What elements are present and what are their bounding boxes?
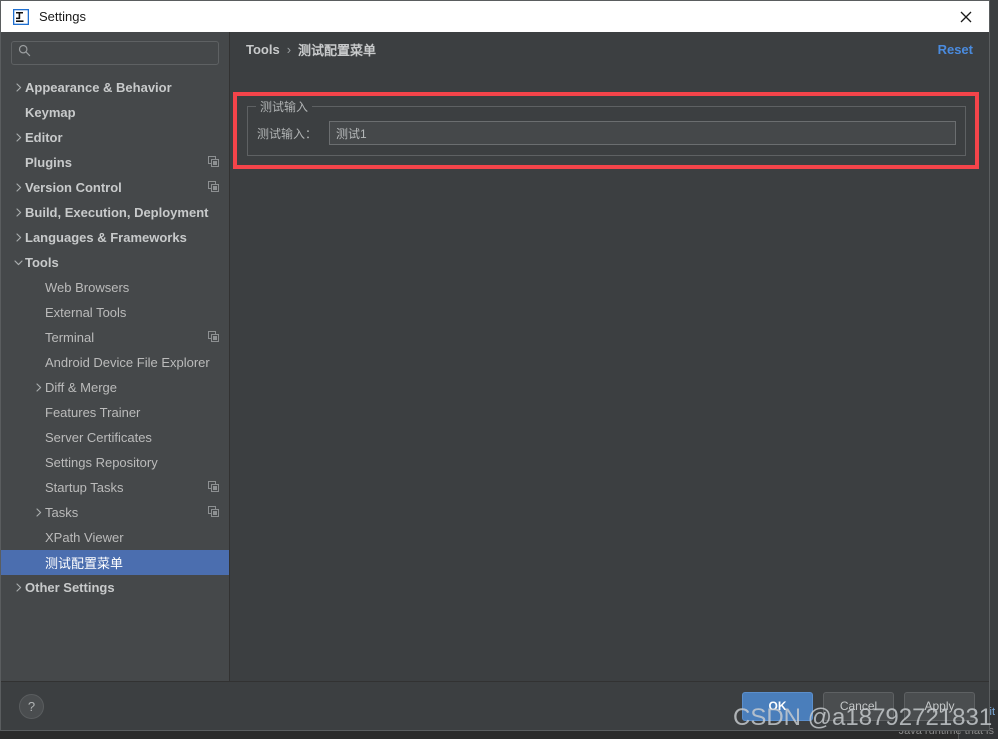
- project-scope-icon: [208, 329, 219, 347]
- sidebar-item-label: Build, Execution, Deployment: [25, 205, 209, 220]
- settings-dialog: Settings Appearance & Behavior Keymap Ed…: [0, 0, 990, 731]
- reset-link[interactable]: Reset: [938, 42, 973, 57]
- breadcrumb-current: 测试配置菜单: [298, 42, 377, 58]
- sidebar-item-terminal[interactable]: Terminal: [1, 325, 229, 350]
- sidebar-item-label: Diff & Merge: [45, 380, 118, 395]
- project-scope-icon: [208, 504, 219, 522]
- background-bottom-strip: [0, 731, 998, 739]
- test-input-field[interactable]: [329, 121, 956, 145]
- sidebar-item-version-control[interactable]: Version Control: [1, 175, 229, 200]
- apply-button[interactable]: Apply: [904, 691, 975, 721]
- title-bar: Settings: [1, 1, 989, 32]
- search-icon: [18, 44, 31, 62]
- chevron-down-icon[interactable]: [11, 258, 25, 267]
- sidebar-item-label: Web Browsers: [45, 280, 130, 295]
- sidebar-item-label: Terminal: [45, 330, 95, 345]
- search-container: [1, 32, 229, 73]
- sidebar-item-label: Other Settings: [25, 580, 115, 595]
- sidebar-item-label: XPath Viewer: [45, 530, 124, 545]
- sidebar-item-editor[interactable]: Editor: [1, 125, 229, 150]
- chevron-right-icon[interactable]: [11, 583, 25, 592]
- project-scope-icon: [208, 154, 219, 172]
- close-icon[interactable]: [949, 3, 983, 31]
- settings-tree: Appearance & Behavior Keymap Editor Plugins…: [1, 73, 229, 681]
- sidebar-item-label: Tools: [25, 255, 59, 270]
- sidebar-item-keymap[interactable]: Keymap: [1, 100, 229, 125]
- chevron-right-icon[interactable]: [11, 233, 25, 242]
- sidebar-item-settings-repository[interactable]: Settings Repository: [1, 450, 229, 475]
- sidebar-item-features-trainer[interactable]: Features Trainer: [1, 400, 229, 425]
- test-input-group: 测试输入 测试输入：: [247, 98, 966, 156]
- settings-content: Tools › 测试配置菜单 Reset 测试输入 测试输入：: [230, 32, 989, 681]
- sidebar-item-xpath-viewer[interactable]: XPath Viewer: [1, 525, 229, 550]
- sidebar-item-android-device-file-explorer[interactable]: Android Device File Explorer: [1, 350, 229, 375]
- chevron-right-icon[interactable]: [11, 133, 25, 142]
- sidebar-item-tools[interactable]: Tools: [1, 250, 229, 275]
- action-buttons: OK Cancel Apply: [742, 691, 975, 721]
- cancel-button[interactable]: Cancel: [823, 691, 894, 721]
- chevron-right-icon[interactable]: [11, 83, 25, 92]
- chevron-right-icon[interactable]: [31, 383, 45, 392]
- search-input[interactable]: [36, 46, 212, 60]
- sidebar-item-label: Appearance & Behavior: [25, 80, 172, 95]
- sidebar-item-languages-frameworks[interactable]: Languages & Frameworks: [1, 225, 229, 250]
- test-input-label: 测试输入：: [257, 126, 318, 141]
- sidebar-item-external-tools[interactable]: External Tools: [1, 300, 229, 325]
- sidebar-item-label: Tasks: [45, 505, 79, 520]
- sidebar-item-diff-merge[interactable]: Diff & Merge: [1, 375, 229, 400]
- background-right-strip: [990, 0, 998, 739]
- sidebar-item-label: Editor: [25, 130, 63, 145]
- sidebar-item-tasks[interactable]: Tasks: [1, 500, 229, 525]
- sidebar-item-label: Server Certificates: [45, 430, 152, 445]
- test-input-row: 测试输入：: [257, 121, 956, 145]
- sidebar-item-label: 测试配置菜单: [45, 556, 124, 571]
- sidebar-item-other-settings[interactable]: Other Settings: [1, 575, 229, 600]
- sidebar-item-plugins[interactable]: Plugins: [1, 150, 229, 175]
- breadcrumb: Tools › 测试配置菜单: [246, 40, 376, 59]
- group-legend: 测试输入: [256, 98, 313, 115]
- sidebar-item-web-browsers[interactable]: Web Browsers: [1, 275, 229, 300]
- breadcrumb-separator-icon: ›: [286, 41, 292, 57]
- sidebar-item-label: Features Trainer: [45, 405, 141, 420]
- dialog-footer: ? OK Cancel Apply: [1, 681, 989, 730]
- intellij-idea-icon: [12, 8, 30, 25]
- sidebar-item-build-execution-deployment[interactable]: Build, Execution, Deployment: [1, 200, 229, 225]
- settings-sidebar: Appearance & Behavior Keymap Editor Plugins…: [1, 32, 230, 681]
- project-scope-icon: [208, 179, 219, 197]
- breadcrumb-bar: Tools › 测试配置菜单 Reset: [230, 32, 989, 66]
- sidebar-item-label: Languages & Frameworks: [25, 230, 187, 245]
- ok-button[interactable]: OK: [742, 691, 813, 721]
- sidebar-item-label: Android Device File Explorer: [45, 355, 210, 370]
- project-scope-icon: [208, 479, 219, 497]
- sidebar-item-label: Startup Tasks: [45, 480, 124, 495]
- chevron-right-icon[interactable]: [11, 208, 25, 217]
- sidebar-item-appearance-behavior[interactable]: Appearance & Behavior: [1, 75, 229, 100]
- sidebar-item-label: Settings Repository: [45, 455, 158, 470]
- chevron-right-icon[interactable]: [31, 508, 45, 517]
- sidebar-item-label: External Tools: [45, 305, 127, 320]
- sidebar-item-label: Plugins: [25, 155, 72, 170]
- sidebar-item-label: Version Control: [25, 180, 122, 195]
- search-box[interactable]: [11, 41, 219, 65]
- content-main: 测试输入 测试输入：: [230, 66, 989, 681]
- sidebar-item-item-19[interactable]: 测试配置菜单: [1, 550, 229, 575]
- sidebar-item-startup-tasks[interactable]: Startup Tasks: [1, 475, 229, 500]
- background-side-text: it: [989, 706, 996, 718]
- sidebar-item-server-certificates[interactable]: Server Certificates: [1, 425, 229, 450]
- help-button[interactable]: ?: [19, 693, 44, 719]
- sidebar-item-label: Keymap: [25, 105, 76, 120]
- dialog-body: Appearance & Behavior Keymap Editor Plugins…: [1, 32, 989, 681]
- window-title: Settings: [39, 9, 86, 24]
- chevron-right-icon[interactable]: [11, 183, 25, 192]
- breadcrumb-root[interactable]: Tools: [246, 42, 280, 57]
